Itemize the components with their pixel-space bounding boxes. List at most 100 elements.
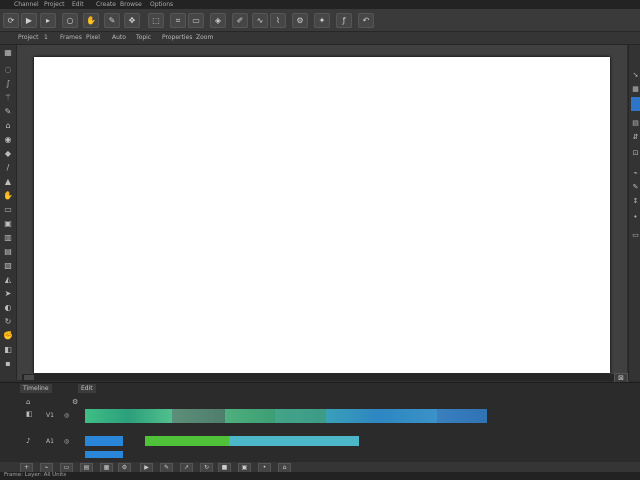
crop-icon[interactable]: ⌗ [170,13,186,28]
brush-icon[interactable]: ✐ [232,13,248,28]
track-clip[interactable] [275,409,326,423]
hand-icon[interactable]: ✊ [3,331,13,340]
fx-icon[interactable]: ƒ [336,13,352,28]
visibility-icon[interactable]: ◎ [64,412,69,419]
option-item[interactable]: Auto [112,34,126,41]
option-item[interactable]: Zoom [196,34,213,41]
track-clip[interactable] [437,409,487,423]
link-icon[interactable]: ⌁ [631,169,640,178]
lasso-icon[interactable]: ◌ [3,65,13,74]
arrow-icon[interactable]: ➘ [631,71,640,80]
menu-item[interactable]: Project [44,1,65,8]
stamp-icon[interactable]: ⌂ [3,121,13,130]
zoom-icon[interactable]: ◐ [3,303,13,312]
circle-icon[interactable]: ○ [62,13,78,28]
option-item[interactable]: 1 [44,34,48,41]
option-item[interactable]: Properties [162,34,192,41]
wand-icon[interactable]: ⚚ [3,93,13,102]
clip-icon[interactable]: ▥ [3,233,13,242]
menu-item[interactable]: Create [96,1,116,8]
curve-icon[interactable]: ∫ [3,79,13,88]
rect-icon[interactable]: ▭ [3,205,13,214]
video-track-icon: ◧ [26,410,33,418]
tab-timeline[interactable]: Timeline [20,384,52,393]
hand-icon[interactable]: ✋ [3,191,13,200]
hand-icon[interactable]: ✋ [83,13,99,28]
tab-edit[interactable]: Edit [78,384,96,393]
eye-icon[interactable]: ◉ [3,135,13,144]
mute-icon[interactable]: ◎ [64,438,69,445]
transform-icon[interactable]: ◈ [210,13,226,28]
canvas[interactable] [34,57,610,373]
menu-item[interactable]: Channel [14,1,39,8]
layer-icon[interactable]: ▤ [631,119,640,128]
track-clip[interactable] [326,409,378,423]
timeline-tabs: Timeline Edit [20,384,220,394]
option-item[interactable]: Pixel [86,34,100,41]
ink-icon[interactable]: ▤ [3,247,13,256]
track-clip[interactable] [172,409,225,423]
option-item[interactable]: Topic [136,34,151,41]
arrow-icon[interactable]: ➤ [3,289,13,298]
arrow-icon[interactable]: ↶ [358,13,374,28]
pen-icon[interactable]: ✎ [631,183,640,192]
timeline-footer: + ⌁ ▭ ▤ ▦ ⚙ ▶ ✎ ↗ ↻ ■ ▣ • ⌂ [0,462,640,473]
pen-icon[interactable]: ✎ [3,107,13,116]
move-icon[interactable]: ✥ [124,13,140,28]
pen-icon[interactable]: ✎ [104,13,120,28]
bucket-icon[interactable]: ▲ [3,177,13,186]
track-clip[interactable] [85,409,172,423]
swatch-icon[interactable]: ◧ [3,345,13,354]
track-label: A1 [46,438,54,445]
arrow-icon[interactable]: ⇵ [631,133,640,142]
option-item[interactable]: Project [18,34,39,41]
tools-icon[interactable]: ▭ [188,13,204,28]
main-toolbar: ⟳ ▶ ▸ ○ ✋ ✎ ✥ ⬚ ⌗ ▭ ◈ ✐ ∿ ⌇ ⚙ ✦ ƒ ↶ [0,9,640,32]
move-icon[interactable]: ↕ [631,197,640,206]
track-clip[interactable] [229,436,359,446]
track-clip[interactable] [225,409,275,423]
status-bar: Frame: Layer: All Units [0,472,640,480]
lock-icon[interactable]: ⌂ [26,398,30,406]
rotate-icon[interactable]: ⟳ [3,13,19,28]
status-text: Frame: Layer: All Units [4,472,67,478]
track-clip[interactable] [145,436,229,446]
frame-icon[interactable]: ▣ [3,219,13,228]
shape-icon[interactable]: ◭ [3,275,13,284]
grid-icon[interactable]: ▦ [3,48,13,57]
chart-icon[interactable]: ⌇ [270,13,286,28]
right-tool-panel: ➘ ▦ ▤ ⇵ ⊡ ⌁ ✎ ↕ • ▭ [628,45,640,380]
track-clip[interactable] [85,451,123,458]
timeline-controls: ⌂ ⚙ [20,398,620,408]
menu-item[interactable]: Edit [72,1,84,8]
select-icon[interactable]: ⬚ [148,13,164,28]
menu-item[interactable]: Options [150,1,173,8]
waveform-icon[interactable]: ∿ [252,13,268,28]
audio-track[interactable] [85,436,359,446]
frame-icon[interactable]: ▭ [631,231,640,240]
track-clip[interactable] [378,409,437,423]
drop-icon[interactable]: ◆ [3,149,13,158]
track-clip[interactable] [85,436,123,446]
settings-icon[interactable]: ⚙ [72,398,78,406]
palette-icon[interactable]: ▪ [3,359,13,368]
active-panel-tab[interactable] [631,97,640,111]
play-icon[interactable]: ▶ [21,13,37,28]
option-item[interactable]: Frames [60,34,82,41]
scroll-thumb[interactable] [24,375,34,380]
grid-icon[interactable]: ▦ [631,85,640,94]
left-tool-panel: ▦ ◌ ∫ ⚚ ✎ ⌂ ◉ ◆ / ▲ ✋ ▭ ▣ ▥ ▤ ▧ ◭ ➤ ◐ ↻ … [0,45,17,380]
video-track[interactable] [85,409,487,423]
brush-icon[interactable]: / [3,163,13,172]
menu-bar: Channel Project Edit Create Browse Optio… [0,0,640,9]
magic-icon[interactable]: ✦ [314,13,330,28]
settings-icon[interactable]: ⊡ [631,149,640,158]
play-icon[interactable]: ▸ [40,13,56,28]
rotate-icon[interactable]: ↻ [3,317,13,326]
horizontal-scrollbar[interactable] [22,374,622,381]
track-label: V1 [46,412,54,419]
menu-item[interactable]: Browse [120,1,142,8]
gradient-icon[interactable]: ▧ [3,261,13,270]
settings-icon[interactable]: ⚙ [292,13,308,28]
dot-icon[interactable]: • [631,213,640,222]
